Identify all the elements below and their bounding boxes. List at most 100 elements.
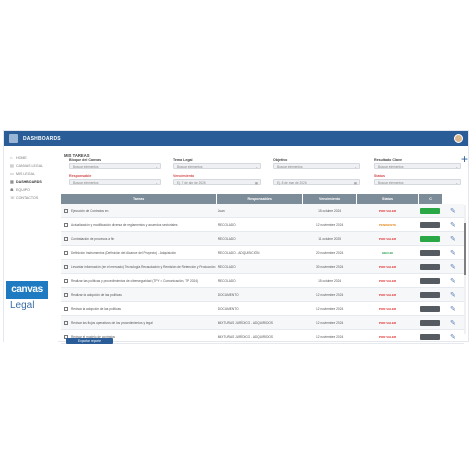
tasks-table: Tareas Responsables Vencimiento Status C… [61,194,465,344]
c-indicator[interactable] [420,263,441,270]
c-indicator[interactable] [420,235,441,242]
table-scrollbar[interactable] [464,205,466,334]
task-text: Actualización y modificación diversa de … [71,222,178,227]
due-date-cell: 15 octubre 2024 [302,204,357,218]
status-badge: POR VALER [356,259,419,274]
vencimiento-from-input[interactable]: Ej. 7 de abr de 2026 ▦ [173,179,261,185]
edit-pencil-icon[interactable]: ✎ [442,259,464,274]
c-cell [418,329,443,344]
task-text: Revisar la adopción de las políticas [71,306,121,311]
task-checkbox[interactable] [64,264,68,269]
column-header-c[interactable]: C [418,194,443,204]
edit-pencil-icon[interactable]: ✎ [442,315,464,330]
sidebar-item-equipo[interactable]: ☗ EQUIPO [4,186,58,194]
app-logo-icon[interactable] [9,134,18,143]
objetivo-select[interactable]: Buscar elementos ⌄ [273,163,360,169]
c-indicator[interactable] [420,333,441,340]
responsable-cell: RECOLADO - ADQUISICIÓN [216,245,303,260]
edit-pencil-icon[interactable]: ✎ [442,217,464,232]
task-checkbox[interactable] [64,208,68,213]
edit-pencil-icon[interactable]: ✎ [442,301,464,316]
c-cell [418,245,443,260]
folder-icon: ▭ [10,171,14,176]
add-icon[interactable]: + [461,153,468,165]
sidebar-item-canvas-legal[interactable]: ▤ CANVAS LEGAL [4,162,58,170]
export-report-button[interactable]: Exportar reporte [66,338,113,344]
user-avatar[interactable] [454,134,463,143]
responsable-cell: MIXTURAS JURÍDICO - ADQUIRIDOS [216,329,303,344]
sidebar-item-mis-legal[interactable]: ▭ MIS LEGAL [4,170,58,178]
edit-pencil-icon[interactable]: ✎ [442,273,464,288]
due-date-cell: 12 noviembre 2024 [302,329,357,344]
c-indicator[interactable] [420,291,441,298]
select-value: Buscar elementos [378,181,404,185]
responsable-select[interactable]: Buscar elementos ⌄ [69,179,161,185]
task-text: Ejecución de Contratos en [71,208,109,213]
task-checkbox[interactable] [64,278,68,283]
c-indicator[interactable] [420,305,441,312]
table-row[interactable]: Revisar la adopción de las políticas DOCU… [61,301,464,316]
edit-pencil-icon[interactable]: ✎ [442,245,464,260]
c-cell [418,315,443,330]
table-row[interactable]: Ejecución de Contratos en Juan 15 octubre … [61,204,464,218]
calendar-icon: ▦ [353,181,357,185]
c-cell [418,217,443,232]
chevron-down-icon: ⌄ [155,165,158,169]
c-cell [418,204,443,218]
select-value: Buscar elementos [277,165,303,169]
resultado-select[interactable]: Buscar elementos ⌄ [374,163,461,169]
table-row[interactable]: Realizar las políticas y procedimientos … [61,273,464,288]
responsable-cell: MIXTURAS JURÍDICO - ADQUIRIDOS [216,315,303,330]
edit-pencil-icon[interactable]: ✎ [442,231,464,246]
sidebar-item-label: CANVAS LEGAL [16,164,44,168]
task-checkbox[interactable] [64,222,68,227]
task-checkbox[interactable] [64,306,68,311]
table-row[interactable]: Revisar los flujos operativos de los pro… [61,315,464,330]
task-checkbox[interactable] [64,250,68,255]
edit-pencil-icon[interactable]: ✎ [442,204,464,218]
status-badge: PENDIENTE [356,217,419,232]
task-checkbox[interactable] [64,236,68,241]
scrollbar-thumb[interactable] [464,223,466,275]
c-indicator[interactable] [420,319,441,326]
c-indicator[interactable] [420,207,441,214]
sidebar-item-home[interactable]: ⌂ HOME [4,154,58,162]
edit-pencil-icon[interactable]: ✎ [442,287,464,302]
c-indicator[interactable] [420,221,441,228]
edit-pencil-icon[interactable]: ✎ [442,329,464,344]
filter-vencimiento-to: Ej. 8 de mar de 2026 ▦ [273,179,360,185]
app-window: DASHBOARDS ⌂ HOME ▤ CANVAS LEGAL ▭ MIS LEGA… [3,130,469,344]
table-row[interactable]: Revisar el modelo de contratos MIXTURAS J… [61,329,464,344]
due-date-cell: 12 noviembre 2024 [302,217,357,232]
table-row[interactable]: Definición Instrumentos (Definición del … [61,245,464,260]
column-header-status[interactable]: Status [356,194,419,204]
table-row[interactable]: Levantar información (en el mercado) Tec… [61,259,464,274]
status-badge: HECHO [356,245,419,260]
c-indicator[interactable] [420,277,441,284]
c-indicator[interactable] [420,249,441,256]
filter-status: Status Buscar elementos ⌄ [374,174,461,185]
task-checkbox[interactable] [64,320,68,325]
due-date-cell: 12 noviembre 2024 [302,287,357,302]
tema-select[interactable]: Buscar elementos ⌄ [173,163,261,169]
vencimiento-to-input[interactable]: Ej. 8 de mar de 2026 ▦ [273,179,360,185]
chevron-down-icon: ⌄ [255,165,258,169]
chart-icon: ▦ [10,179,14,184]
table-row[interactable]: Contratación de procesos a fin RECOLADO 11… [61,231,464,246]
column-header-tareas[interactable]: Tareas [61,194,218,204]
sidebar-item-dashboards[interactable]: ▦ DASHBOARDS [4,178,58,186]
task-checkbox[interactable] [64,292,68,297]
sidebar-item-contactos[interactable]: ☏ CONTACTOS [4,194,58,202]
task-cell: Realizar las políticas y procedimientos … [61,273,217,288]
responsable-cell: RECOLADO [216,259,303,274]
contacts-icon: ☏ [10,195,16,200]
column-header-vencimiento[interactable]: Vencimiento [302,194,358,204]
table-row[interactable]: Actualización y modificación diversa de … [61,217,464,232]
c-cell [418,287,443,302]
status-select[interactable]: Buscar elementos ⌄ [374,179,461,185]
table-row[interactable]: Realizar la adopción de las políticas DOC… [61,287,464,302]
bloque-select[interactable]: Buscar elementos ⌄ [69,163,161,169]
sidebar-item-label: HOME [16,156,27,160]
column-header-responsables[interactable]: Responsables [216,194,304,204]
select-value: Buscar elementos [378,165,404,169]
